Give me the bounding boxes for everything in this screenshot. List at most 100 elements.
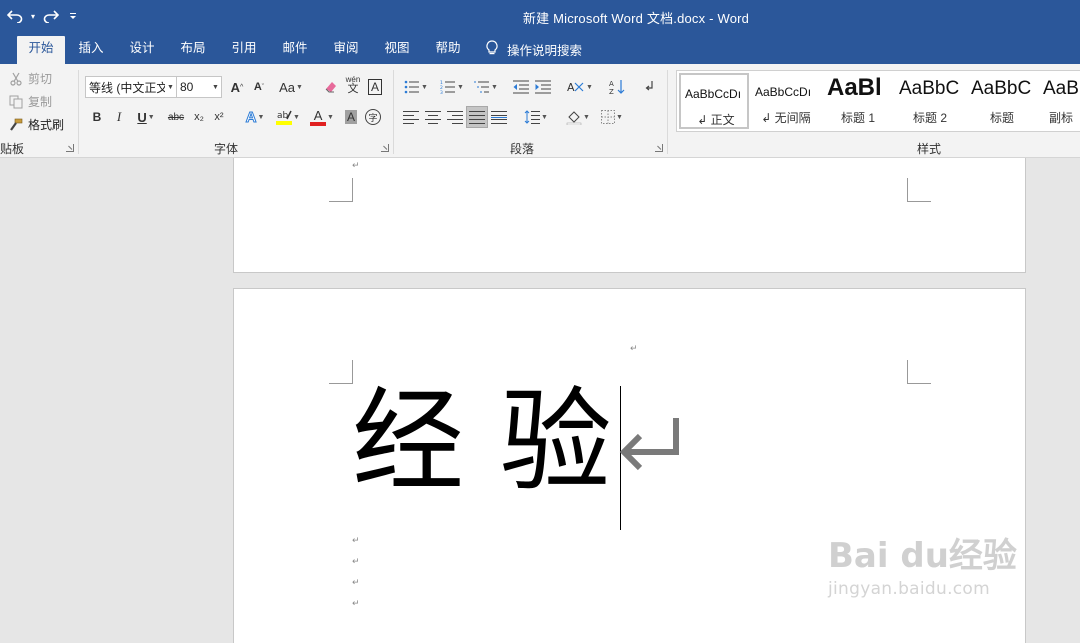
svg-text:ab: ab: [277, 111, 289, 121]
bullets-button[interactable]: ▼: [400, 76, 432, 98]
strikethrough-button[interactable]: abc: [164, 106, 188, 128]
style-name: 标题: [989, 111, 1014, 125]
margin-corner: [907, 360, 931, 384]
bold-button[interactable]: B: [86, 106, 108, 128]
tell-me-label: 操作说明搜索: [507, 43, 583, 58]
shrink-font-icon[interactable]: Aˇ: [248, 76, 270, 98]
tab-layout[interactable]: 布局: [172, 36, 214, 64]
style-name: 标题 2: [912, 111, 947, 125]
subscript-button[interactable]: x₂: [188, 106, 210, 128]
margin-corner: [329, 178, 353, 202]
numbering-button[interactable]: 1 2 3 ▼: [436, 76, 468, 98]
document-area[interactable]: ↵ ↵ 经 验 ↵ ↵ ↵ ↵ Bai du经验 jingyan.baidu.c…: [0, 158, 1080, 643]
svg-text:A: A: [567, 81, 575, 94]
tab-insert[interactable]: 插入: [70, 36, 112, 64]
italic-button[interactable]: I: [108, 106, 130, 128]
style-normal[interactable]: AaBbCcDı ↲ 正文: [679, 73, 749, 129]
asian-layout-button[interactable]: A ▼: [564, 76, 596, 98]
borders-button[interactable]: ▼: [596, 106, 628, 128]
styles-group-label: 样式: [917, 142, 942, 156]
style-name: 副标: [1048, 111, 1073, 125]
style-name: ↲ 正文: [697, 113, 735, 127]
scissors-icon: [8, 71, 24, 87]
show-formatting-marks-icon[interactable]: [638, 76, 660, 98]
watermark-sub: jingyan.baidu.com: [828, 579, 990, 599]
paint-bucket-icon: [566, 111, 582, 125]
character-shading-icon[interactable]: A: [340, 106, 362, 128]
multilevel-list-button[interactable]: ▼: [470, 76, 502, 98]
cut-button[interactable]: 剪切: [8, 70, 52, 87]
style-heading-1[interactable]: AaBl 标题 1: [823, 73, 893, 129]
style-title[interactable]: AaBbC 标题: [967, 73, 1037, 129]
underline-button[interactable]: U ▼: [130, 106, 162, 128]
lightbulb-icon: [486, 39, 498, 59]
paragraph-mark: ↵: [352, 557, 360, 567]
phonetic-guide-icon[interactable]: wén 文: [342, 74, 364, 96]
copy-icon: [8, 94, 24, 110]
ribbon: 剪切 复制 格式刷 贴板 等线 (中文正文 ▼ 80 ▼ A ^ Aˇ Aa ▼ w…: [0, 64, 1080, 158]
style-no-spacing[interactable]: AaBbCcDı ↲ 无间隔: [751, 73, 821, 129]
font-color-icon: A: [310, 109, 327, 126]
tab-references[interactable]: 引用: [223, 36, 265, 64]
align-center-icon[interactable]: [422, 106, 444, 128]
grow-font-icon[interactable]: A ^: [226, 76, 248, 98]
style-subtitle[interactable]: AaB 副标: [1039, 73, 1080, 129]
increase-indent-icon[interactable]: [532, 76, 554, 98]
svg-text:A: A: [609, 80, 614, 88]
justify-icon[interactable]: [466, 106, 488, 128]
line-spacing-icon: [524, 110, 541, 124]
font-group-label: 字体: [214, 142, 239, 156]
page-1[interactable]: [233, 158, 1026, 273]
format-painter-label: 格式刷: [28, 118, 65, 132]
format-painter-button[interactable]: 格式刷: [8, 116, 64, 133]
tab-review[interactable]: 审阅: [325, 36, 367, 64]
change-case-button[interactable]: Aa ▼: [276, 76, 306, 98]
clipboard-launcher-icon[interactable]: [66, 144, 74, 152]
highlight-button[interactable]: ab ▼: [272, 106, 304, 128]
decrease-indent-icon[interactable]: [510, 76, 532, 98]
margin-corner: [907, 178, 931, 202]
clipboard-group-label: 贴板: [0, 142, 25, 156]
enclose-characters-icon[interactable]: 字: [362, 106, 384, 128]
style-sample: AaBl: [827, 74, 882, 101]
paragraph-mark: ↵: [352, 599, 360, 609]
align-left-icon[interactable]: [400, 106, 422, 128]
copy-button[interactable]: 复制: [8, 93, 52, 110]
chevron-down-icon: ▼: [212, 83, 219, 91]
window-title: 新建 Microsoft Word 文档.docx - Word: [522, 11, 750, 26]
numbering-icon: 123: [440, 80, 456, 94]
tab-mailings[interactable]: 邮件: [274, 36, 316, 64]
enclose-char: 字: [365, 109, 381, 125]
line-spacing-button[interactable]: ▼: [520, 106, 552, 128]
tab-design[interactable]: 设计: [121, 36, 163, 64]
paragraph-launcher-icon[interactable]: [655, 144, 663, 152]
svg-text:Z: Z: [609, 88, 614, 95]
font-color-button[interactable]: A ▼: [306, 106, 338, 128]
clear-formatting-icon[interactable]: [320, 76, 342, 98]
style-heading-2[interactable]: AaBbC 标题 2: [895, 73, 965, 129]
sort-icon[interactable]: AZ: [606, 76, 628, 98]
superscript-button[interactable]: x²: [208, 106, 230, 128]
font-size-value: 80: [180, 80, 194, 94]
style-sample: AaBbC: [971, 78, 1032, 99]
group-divider: [393, 70, 394, 154]
styles-gallery: AaBbCcDı ↲ 正文 AaBbCcDı ↲ 无间隔 AaBl 标题 1 A…: [676, 70, 1080, 132]
distributed-icon[interactable]: [488, 106, 510, 128]
tab-help[interactable]: 帮助: [427, 36, 469, 64]
font-launcher-icon[interactable]: [381, 144, 389, 152]
tab-view[interactable]: 视图: [376, 36, 418, 64]
align-right-icon[interactable]: [444, 106, 466, 128]
group-divider: [667, 70, 668, 154]
group-divider: [78, 70, 79, 154]
font-name-combo[interactable]: 等线 (中文正文 ▼: [85, 76, 177, 98]
tab-home[interactable]: 开始: [17, 36, 65, 64]
tell-me-search[interactable]: 操作说明搜索: [486, 39, 582, 59]
font-size-combo[interactable]: 80 ▼: [176, 76, 222, 98]
borders-icon: [601, 110, 616, 124]
text-effects-button[interactable]: A ▼: [240, 106, 270, 128]
document-heading-text[interactable]: 经 验: [352, 386, 612, 498]
bullets-icon: [404, 80, 420, 94]
shading-button[interactable]: ▼: [562, 106, 594, 128]
character-border-icon[interactable]: A: [364, 76, 386, 98]
ribbon-tabs: 开始 插入 设计 布局 引用 邮件 审阅 视图 帮助 操作说明搜索: [0, 32, 1080, 64]
